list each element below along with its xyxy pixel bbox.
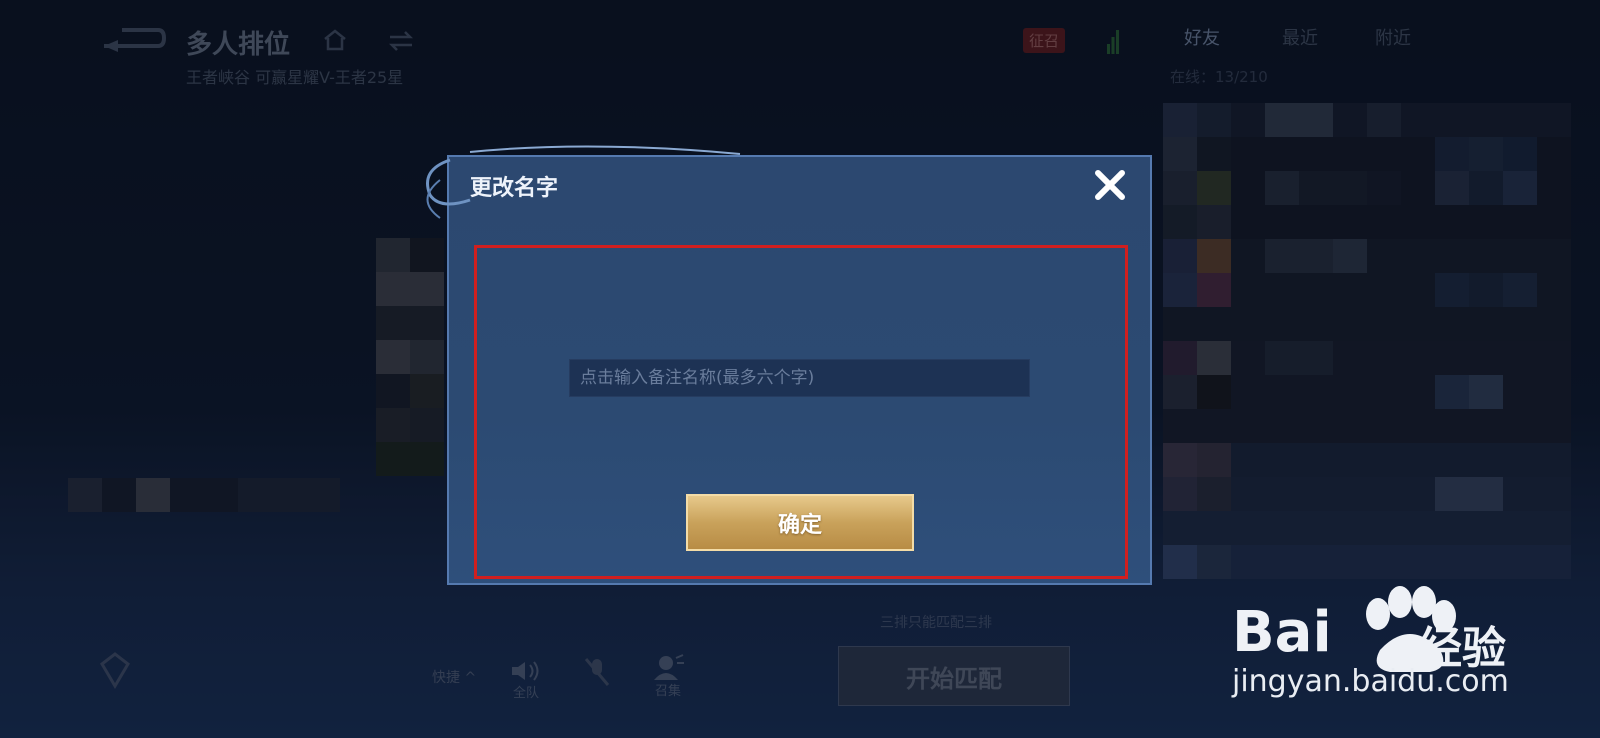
- dialog-ornament: [426, 145, 741, 219]
- name-input[interactable]: [569, 359, 1030, 397]
- close-icon[interactable]: [1090, 165, 1130, 205]
- confirm-button[interactable]: 确定: [686, 494, 914, 551]
- watermark-brand: Bai: [1232, 600, 1332, 665]
- dialog-title: 更改名字: [470, 176, 559, 201]
- watermark-url: jingyan.baidu.com: [1232, 664, 1509, 699]
